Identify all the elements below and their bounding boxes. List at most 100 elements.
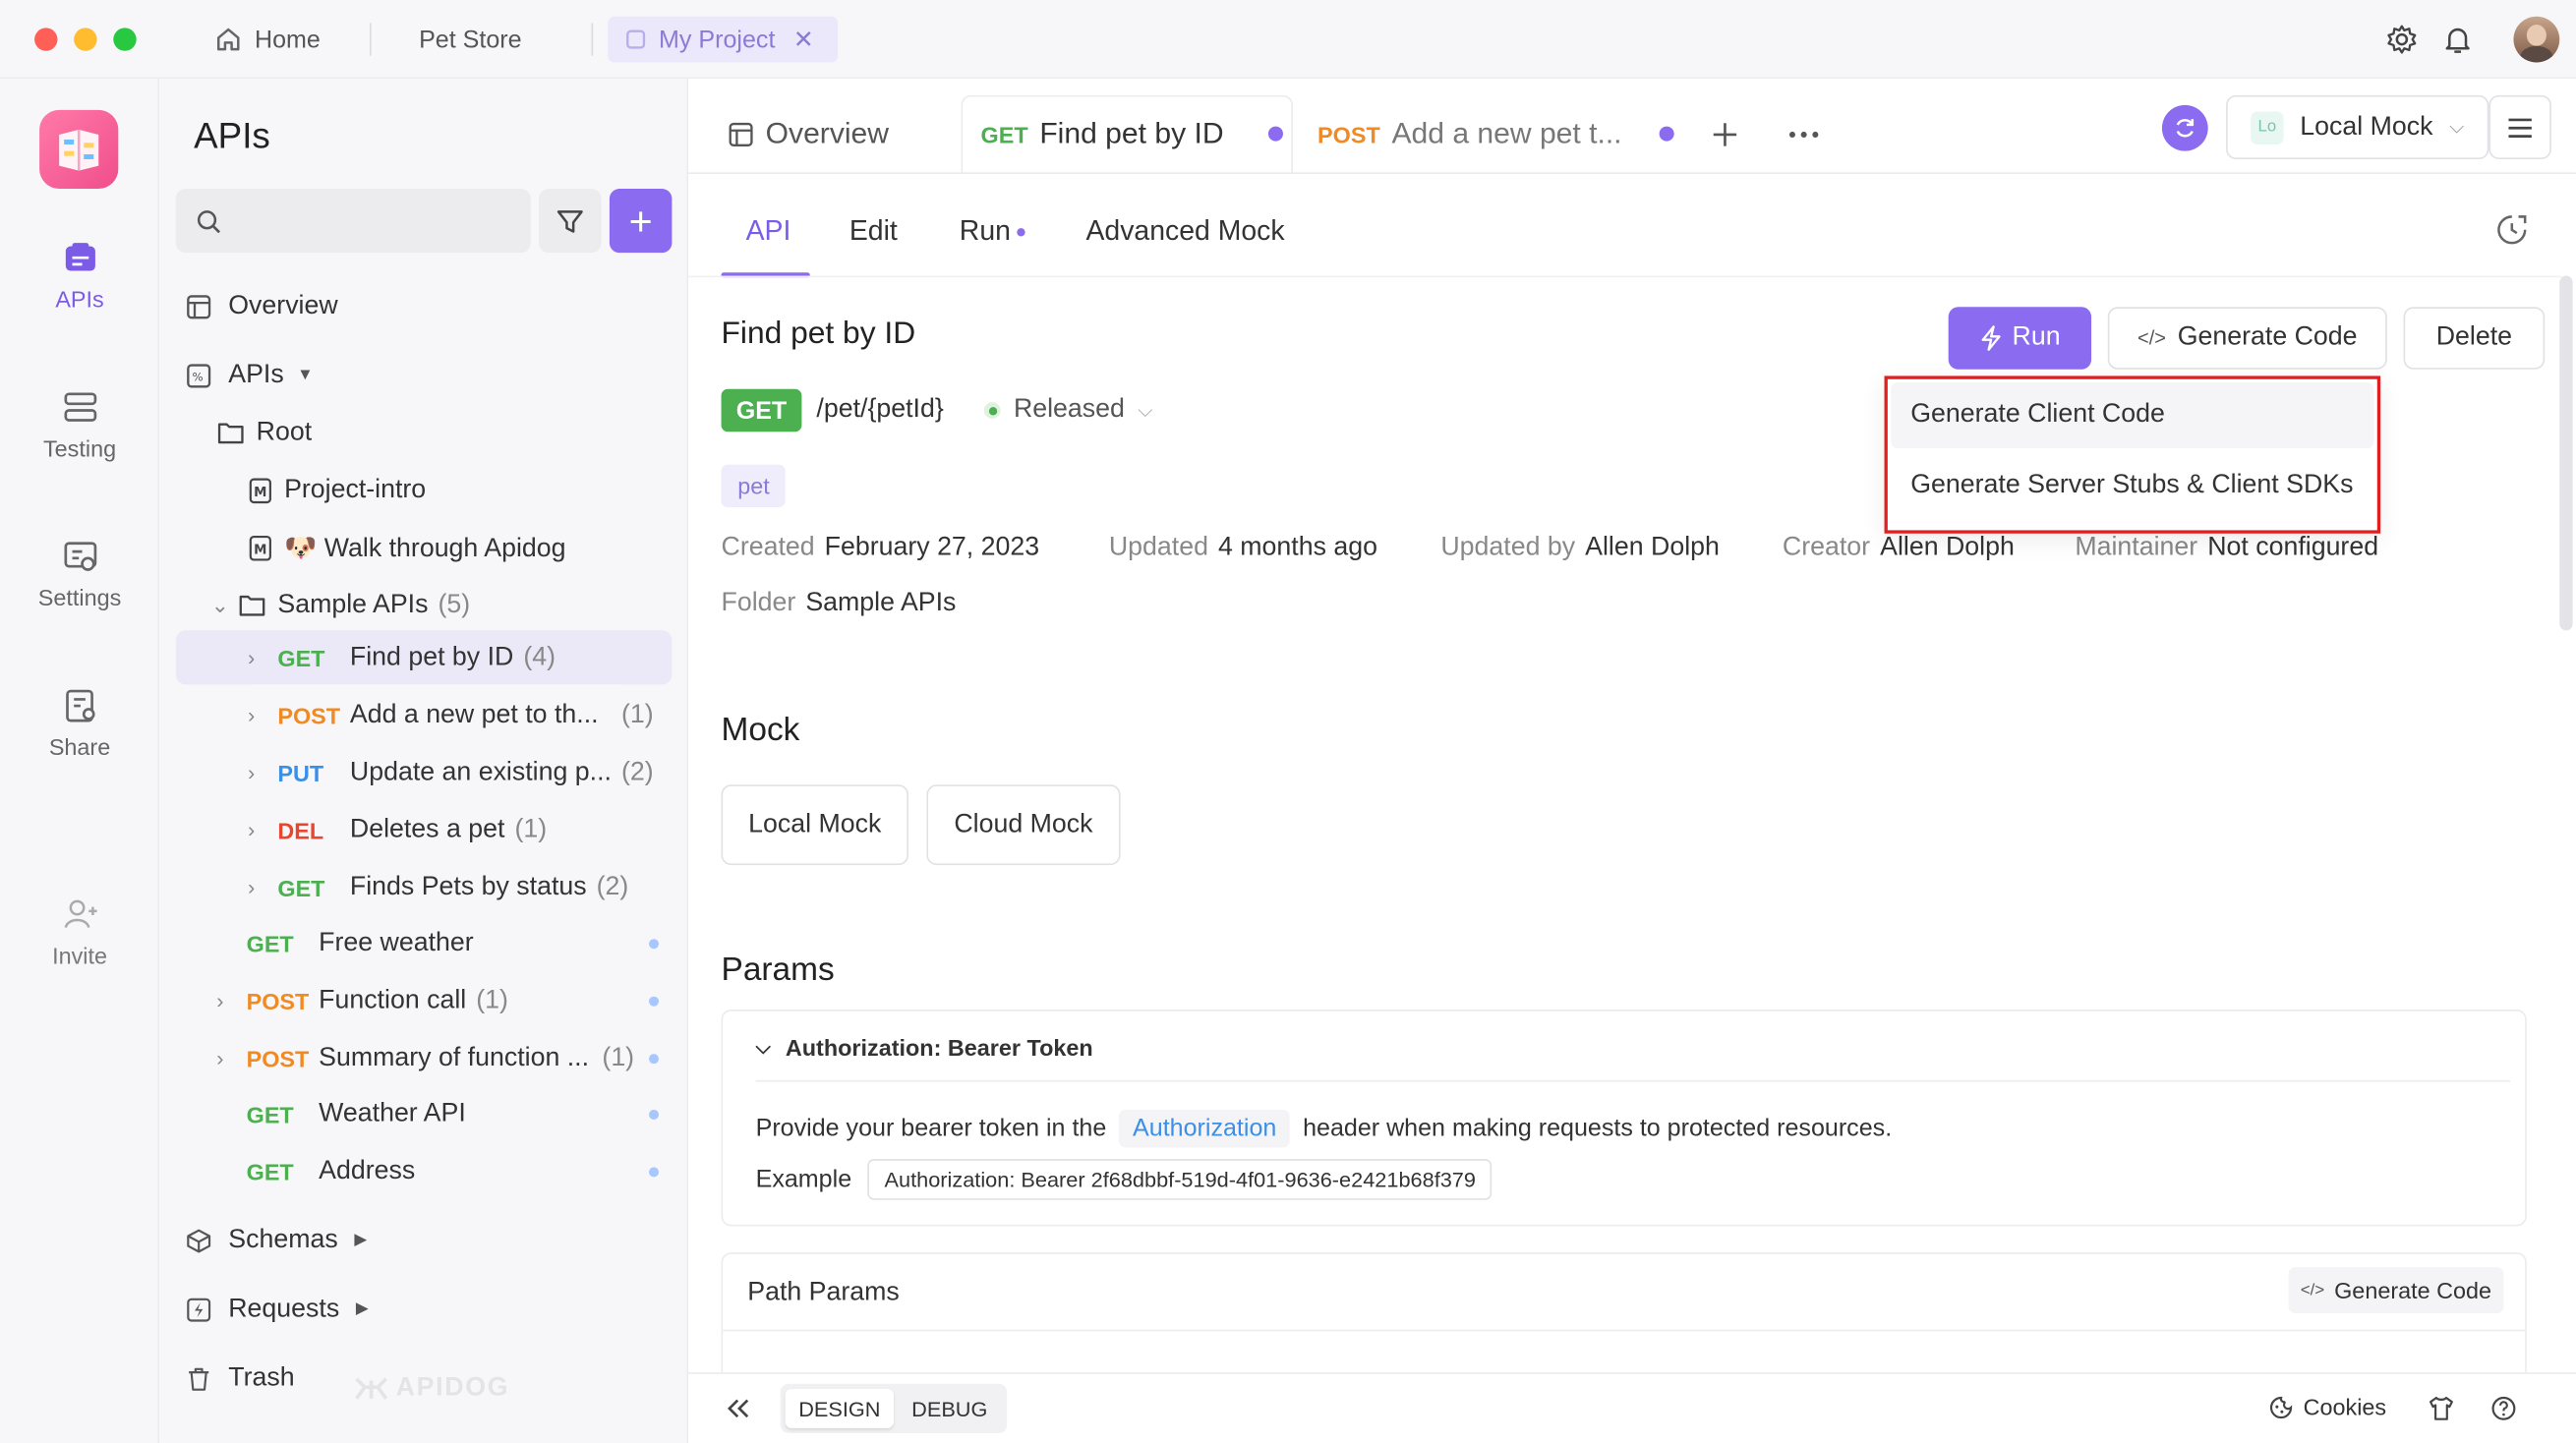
- hamburger-icon: [2508, 117, 2532, 138]
- tree-endpoint[interactable]: GET Free weather: [176, 916, 673, 970]
- status-select[interactable]: Released ⌵: [983, 395, 1153, 425]
- lightning-icon: [1981, 325, 2001, 351]
- design-mode-button[interactable]: DESIGN: [785, 1388, 894, 1428]
- tab-home[interactable]: Home: [198, 17, 337, 63]
- search-field[interactable]: [234, 206, 498, 235]
- delete-button[interactable]: Delete: [2403, 307, 2546, 370]
- bell-icon[interactable]: [2441, 23, 2474, 55]
- more-icon[interactable]: [1787, 127, 1820, 144]
- close-window-button[interactable]: [34, 28, 58, 51]
- run-button[interactable]: Run: [1948, 307, 2092, 370]
- add-api-button[interactable]: [609, 189, 673, 254]
- environment-select[interactable]: Lo Local Mock ⌵: [2226, 94, 2489, 159]
- auth-header[interactable]: ⌵ Authorization: Bearer Token: [756, 1034, 1093, 1061]
- tree-item-count: (1): [514, 815, 548, 843]
- sidebar-item-requests[interactable]: Requests ▶: [176, 1282, 673, 1336]
- close-tab-icon[interactable]: ✕: [793, 25, 814, 54]
- tree-endpoint[interactable]: › GET Finds Pets by status (2): [176, 860, 673, 914]
- menu-button[interactable]: [2488, 94, 2551, 159]
- chevron-right-icon[interactable]: ›: [240, 645, 263, 669]
- doc-tab-add-pet[interactable]: POST Add a new pet t...: [1317, 95, 1675, 172]
- rail-item-testing[interactable]: Testing: [0, 389, 159, 461]
- tree-endpoint[interactable]: › PUT Update an existing p... (2): [176, 745, 673, 799]
- tree-endpoint[interactable]: › POST Summary of function ... (1): [176, 1031, 673, 1085]
- shirt-icon[interactable]: [2429, 1396, 2455, 1422]
- sync-button[interactable]: [2161, 104, 2208, 151]
- tree-folder-sample-apis[interactable]: ⌄ Sample APIs (5): [176, 578, 673, 632]
- search-input[interactable]: [175, 189, 531, 254]
- filter-button[interactable]: [539, 189, 602, 254]
- caret-right-icon[interactable]: ▶: [356, 1300, 369, 1318]
- api-group-icon: %: [187, 363, 211, 387]
- chevron-right-icon[interactable]: ›: [240, 703, 263, 727]
- chevron-right-icon[interactable]: ›: [240, 875, 263, 899]
- history-icon[interactable]: [2493, 211, 2530, 248]
- collapse-left-icon[interactable]: [725, 1397, 751, 1419]
- meta-maintainer: Maintainer Not configured: [2075, 533, 2379, 562]
- chevron-right-icon[interactable]: ›: [208, 988, 231, 1012]
- tab-pet-store[interactable]: Pet Store: [402, 17, 538, 63]
- method-badge: POST: [246, 1044, 310, 1071]
- sidebar-item-label: Overview: [228, 291, 338, 319]
- generate-code-button[interactable]: </> Generate Code: [2107, 307, 2387, 370]
- help-icon[interactable]: [2490, 1396, 2517, 1422]
- cloud-mock-button[interactable]: Cloud Mock: [926, 784, 1121, 866]
- chevron-down-icon[interactable]: ⌄: [208, 592, 231, 618]
- minimize-window-button[interactable]: [74, 28, 97, 51]
- app-logo: [39, 109, 119, 190]
- avatar[interactable]: [2513, 16, 2560, 63]
- maximize-window-button[interactable]: [113, 28, 137, 51]
- gear-icon[interactable]: [2385, 23, 2418, 55]
- tree-endpoint[interactable]: GET Address: [176, 1144, 673, 1198]
- subtab-api[interactable]: API: [746, 215, 791, 248]
- sidebar-item-apis[interactable]: % APIs ▼: [176, 348, 673, 402]
- left-rail: APIs Testing Settings Share Invite: [0, 79, 160, 1443]
- debug-mode-button[interactable]: DEBUG: [896, 1389, 1004, 1428]
- tree-item-label: Update an existing p...: [349, 757, 612, 786]
- tab-divider: [369, 23, 372, 56]
- chevron-right-icon[interactable]: ›: [240, 818, 263, 842]
- tree-endpoint[interactable]: GET Weather API: [176, 1087, 673, 1141]
- generate-code-small-button[interactable]: </> Generate Code: [2288, 1267, 2504, 1313]
- tree-endpoint[interactable]: › POST Add a new pet to th... (1): [176, 688, 673, 742]
- unsaved-dot: [1267, 126, 1283, 142]
- local-mock-button[interactable]: Local Mock: [721, 784, 909, 866]
- chevron-right-icon[interactable]: ›: [208, 1046, 231, 1070]
- subtab-edit[interactable]: Edit: [849, 215, 898, 248]
- tree-item-count: (1): [620, 700, 654, 728]
- menu-item-server-stubs[interactable]: Generate Server Stubs & Client SDKs: [1891, 453, 2373, 519]
- caret-right-icon[interactable]: ▶: [354, 1232, 367, 1249]
- tree-item-label: Finds Pets by status: [349, 872, 587, 900]
- chevron-right-icon[interactable]: ›: [240, 760, 263, 784]
- sidebar-item-overview[interactable]: Overview: [176, 279, 673, 333]
- tree-item-doc[interactable]: M Project-intro: [176, 463, 673, 517]
- subtab-advanced-mock[interactable]: Advanced Mock: [1085, 215, 1284, 248]
- tree-endpoint[interactable]: › POST Function call (1): [176, 973, 673, 1027]
- menu-item-client-code[interactable]: Generate Client Code: [1891, 382, 2374, 448]
- tree-item-doc[interactable]: M 🐶 Walk through Apidog: [176, 520, 673, 574]
- subtab-run[interactable]: Run: [960, 215, 1025, 248]
- generate-code-dropdown: Generate Client Code Generate Server Stu…: [1884, 375, 2381, 534]
- rail-item-settings[interactable]: Settings: [0, 539, 159, 610]
- tag-badge: pet: [721, 464, 787, 508]
- tree-endpoint[interactable]: › GET Find pet by ID (4): [175, 630, 673, 685]
- tree-item-label: Function call: [319, 985, 467, 1014]
- tab-my-project[interactable]: My Project ✕: [608, 16, 839, 63]
- tree-root[interactable]: Root: [176, 405, 673, 459]
- doc-tab-find-pet-label[interactable]: GET Find pet by ID: [981, 95, 1283, 172]
- method-badge: POST: [277, 701, 341, 728]
- plus-icon[interactable]: [1710, 120, 1739, 149]
- sidebar-item-schemas[interactable]: Schemas ▶: [176, 1213, 673, 1267]
- rail-item-share[interactable]: Share: [0, 688, 159, 760]
- rail-item-apis[interactable]: APIs: [0, 240, 159, 312]
- caret-down-icon[interactable]: ▼: [297, 366, 314, 383]
- testing-icon: [63, 392, 96, 422]
- unsaved-dot: [649, 995, 660, 1006]
- doc-tab-overview[interactable]: Overview: [728, 95, 889, 172]
- settings-icon: [63, 542, 96, 571]
- tree-endpoint[interactable]: › DEL Deletes a pet (1): [176, 803, 673, 857]
- cookies-button[interactable]: Cookies: [2269, 1394, 2386, 1420]
- rail-item-invite[interactable]: Invite: [0, 896, 159, 968]
- scrollbar-thumb[interactable]: [2559, 275, 2573, 631]
- unsaved-dot: [649, 938, 660, 949]
